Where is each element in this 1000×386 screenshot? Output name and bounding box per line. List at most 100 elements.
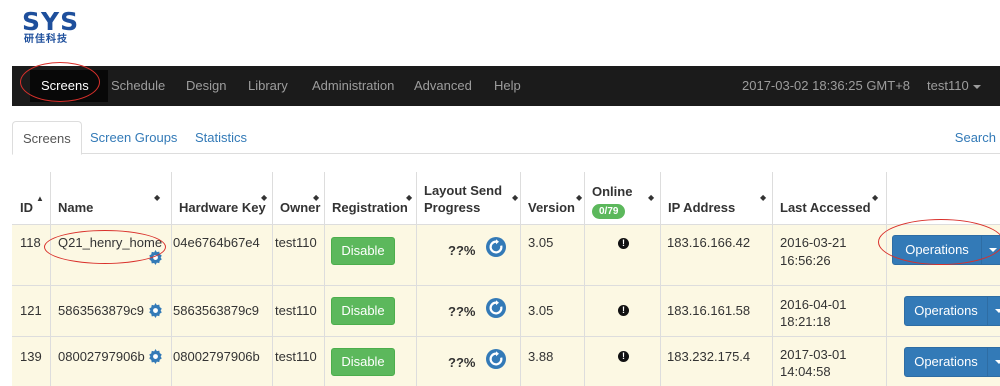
header-ip-address[interactable]: IP Address ◆ [660, 172, 772, 224]
logo-subtitle: 研佳科技 [24, 34, 68, 45]
tab-screens[interactable]: Screens [12, 121, 82, 155]
operations-dropdown-toggle[interactable] [988, 297, 1000, 325]
column-divider [50, 172, 51, 386]
disable-button[interactable]: Disable [331, 297, 395, 325]
logo-mark: SYS [22, 7, 80, 36]
user-menu[interactable]: test110 [927, 66, 981, 106]
header-online[interactable]: Online 0/79 ◆ [584, 172, 660, 224]
cell-last-accessed-time: 18:21:18 [780, 314, 831, 329]
nav-item-help[interactable]: Help [494, 66, 521, 106]
cell-ip-address: 183.16.166.42 [667, 235, 751, 250]
operations-button[interactable]: Operations [905, 348, 987, 376]
header-owner[interactable]: Owner ◆ [272, 172, 324, 224]
cell-name[interactable]: Q21_henry_home [58, 235, 162, 250]
company-logo: SYS 研佳科技 [22, 7, 92, 50]
header-id[interactable]: ID ▲ [12, 172, 50, 224]
refresh-icon[interactable] [486, 237, 506, 257]
column-divider [584, 172, 585, 386]
gear-icon[interactable] [148, 349, 163, 364]
nav-item-administration[interactable]: Administration [312, 66, 394, 106]
cell-name[interactable]: 08002797906b [58, 349, 145, 364]
cell-last-accessed-time: 14:04:58 [780, 364, 831, 379]
cell-progress: ??% [448, 243, 476, 258]
cell-hardware-key: 08002797906b [173, 349, 260, 364]
refresh-icon[interactable] [486, 349, 506, 369]
main-navbar: Screens Schedule Design Library Administ… [12, 66, 1000, 106]
column-divider [660, 172, 661, 386]
operations-button[interactable]: Operations [905, 297, 987, 325]
operations-split-button[interactable]: Operations [904, 347, 1000, 377]
search-link[interactable]: Search [955, 121, 996, 154]
cell-last-accessed-date: 2017-03-01 [780, 347, 847, 362]
operations-button[interactable]: Operations [893, 236, 981, 264]
nav-item-advanced[interactable]: Advanced [414, 66, 472, 106]
operations-split-button[interactable]: Operations [892, 235, 1000, 265]
cell-id: 121 [20, 303, 42, 318]
refresh-icon[interactable] [486, 298, 506, 318]
cell-ip-address: 183.232.175.4 [667, 349, 751, 364]
gear-icon[interactable] [148, 250, 163, 265]
screens-table: ID ▲ Name ◆ Hardware Key ◆ Owner ◆ Regis… [12, 172, 1000, 386]
disable-button[interactable]: Disable [331, 348, 395, 376]
header-version[interactable]: Version ◆ [520, 172, 584, 224]
cell-progress: ??% [448, 355, 476, 370]
cell-owner: test110 [275, 303, 317, 318]
cell-name[interactable]: 5863563879c9 [58, 303, 144, 318]
cell-progress: ??% [448, 304, 476, 319]
chevron-down-icon [995, 309, 1000, 313]
operations-dropdown-toggle[interactable] [988, 348, 1000, 376]
gear-icon[interactable] [148, 303, 163, 318]
column-divider [416, 172, 417, 386]
operations-split-button[interactable]: Operations [904, 296, 1000, 326]
sort-icon: ◆ [261, 193, 268, 202]
column-divider [324, 172, 325, 386]
cell-hardware-key: 5863563879c9 [173, 303, 260, 318]
nav-clock: 2017-03-02 18:36:25 GMT+8 [742, 78, 911, 93]
table-row: 139 08002797906b 08002797906b test110 Di… [12, 336, 1000, 386]
column-divider [886, 172, 887, 386]
cell-last-accessed-date: 2016-04-01 [780, 297, 847, 312]
header-registration[interactable]: Registration ◆ [324, 172, 416, 224]
header-name[interactable]: Name ◆ [50, 172, 171, 224]
sort-icon: ◆ [648, 193, 655, 202]
screen-tabs: Screens Screen Groups Statistics Search [12, 121, 1000, 155]
header-last-accessed[interactable]: Last Accessed ◆ [772, 172, 886, 224]
sort-asc-icon: ▲ [36, 194, 44, 203]
cell-ip-address: 183.16.161.58 [667, 303, 751, 318]
cell-last-accessed-date: 2016-03-21 [780, 235, 847, 250]
sort-icon: ◆ [154, 193, 161, 202]
header-layout-send-progress[interactable]: Layout Send Progress ◆ [416, 172, 520, 224]
cell-hardware-key: 04e6764b67e4 [173, 235, 260, 250]
chevron-down-icon [972, 84, 981, 89]
header-hardware-key[interactable]: Hardware Key ◆ [171, 172, 272, 224]
operations-dropdown-toggle[interactable] [982, 236, 1000, 264]
cell-id: 118 [20, 235, 41, 250]
nav-item-screens[interactable]: Screens [41, 66, 89, 106]
disable-button[interactable]: Disable [331, 237, 395, 265]
offline-warning-icon: ! [618, 305, 629, 316]
column-divider [171, 172, 172, 386]
sort-icon: ◆ [760, 193, 767, 202]
offline-warning-icon: ! [618, 351, 629, 362]
sort-icon: ◆ [313, 193, 320, 202]
sort-icon: ◆ [872, 193, 879, 202]
column-divider [272, 172, 273, 386]
nav-item-schedule[interactable]: Schedule [111, 66, 165, 106]
tab-screen-groups[interactable]: Screen Groups [90, 121, 177, 154]
cell-id: 139 [20, 349, 42, 364]
chevron-down-icon [989, 248, 997, 252]
column-divider [520, 172, 521, 386]
cell-owner: test110 [275, 349, 317, 364]
nav-item-library[interactable]: Library [248, 66, 288, 106]
cell-version: 3.05 [528, 303, 554, 318]
nav-item-design[interactable]: Design [186, 66, 226, 106]
cell-version: 3.88 [528, 349, 554, 364]
table-row: 118 Q21_henry_home 04e6764b67e4 test110 … [12, 224, 1000, 285]
chevron-down-icon [995, 360, 1000, 364]
cell-owner: test110 [275, 235, 317, 250]
cell-last-accessed-time: 16:56:26 [780, 253, 831, 268]
online-count-badge: 0/79 [592, 204, 626, 219]
cell-version: 3.05 [528, 235, 554, 250]
column-divider [772, 172, 773, 386]
tab-statistics[interactable]: Statistics [195, 121, 247, 154]
